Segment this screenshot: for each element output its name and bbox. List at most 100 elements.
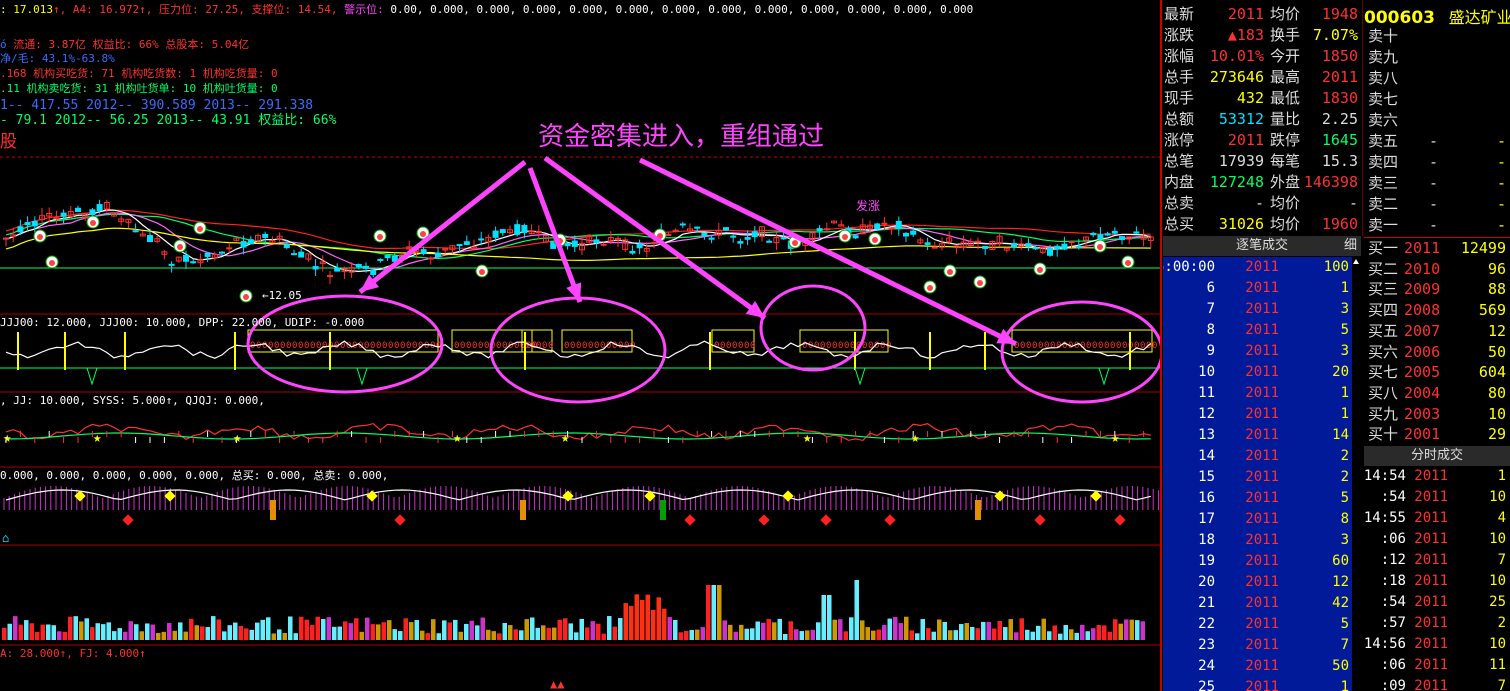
minute-trade-row[interactable]: 14:54 2011 1 [1364,466,1510,487]
orderbook-row-buy[interactable]: 买十 2001 29 [1364,424,1510,445]
ticks-scrollbar[interactable] [1352,257,1361,691]
scroll-up-icon[interactable] [1353,259,1359,264]
ticks-detail-toggle[interactable]: 细 [1344,236,1357,256]
minute-trade-row[interactable]: :54 2011 10 [1364,487,1510,508]
ob-price: 2004 [1404,383,1441,402]
tick-row[interactable]: 16 2011 5 [1163,488,1353,509]
indicator-2-red [5,422,1151,442]
orderbook-row-buy[interactable]: 买三 2009 88 [1364,279,1510,300]
smiley-mouth [37,234,43,240]
minute-trade-row[interactable]: :18 2011 10 [1364,571,1510,592]
tick-volume: 3 [1340,532,1349,548]
minute-trade-row[interactable]: :57 2011 2 [1364,613,1510,634]
ticks-title-bar[interactable]: 逐笔成交 细 [1163,236,1361,256]
orderbook-row-buy[interactable]: 买九 2003 10 [1364,404,1510,425]
volume-bar [112,631,117,640]
signal-digit: 0 [310,341,315,351]
orderbook-row-buy[interactable]: 买六 2006 50 [1364,342,1510,363]
ob-price: 2003 [1404,404,1441,423]
minute-trade-row[interactable]: :12 2011 7 [1364,550,1510,571]
tick-row[interactable]: 15 2011 2 [1163,467,1353,488]
tick-row[interactable]: 24 2011 50 [1163,656,1353,677]
minute-trade-row[interactable]: :06 2011 11 [1364,655,1510,676]
orderbook-row-buy[interactable]: 买八 2004 80 [1364,383,1510,404]
tick-price: 2011 [1245,448,1279,464]
tick-row[interactable]: 17 2011 8 [1163,509,1353,530]
orderbook-row-sell[interactable]: 卖四 - - [1364,152,1510,173]
signal-digit: 0 [454,341,459,351]
orderbook-row-buy[interactable]: 买四 2008 569 [1364,300,1510,321]
minute-trade-row[interactable]: 14:56 2011 10 [1364,634,1510,655]
orderbook-row-buy[interactable]: 买七 2005 604 [1364,362,1510,383]
orderbook-row-sell[interactable]: 卖十 [1364,26,1510,47]
tick-row[interactable]: 19 2011 60 [1163,551,1353,572]
volume-bar [178,622,183,640]
volume-bar [508,625,513,640]
volume-bar [827,595,832,640]
volume-bar [365,617,370,640]
candle-body [204,252,211,257]
volume-bar [937,619,942,640]
indicator-4-label: A: 28.000↑, FJ: 4.000↑ [0,647,146,660]
volume-bar [227,625,232,640]
candle-body [463,241,470,245]
tick-row[interactable]: 11 2011 1 [1163,383,1353,404]
tick-row[interactable]: 9 2011 3 [1163,341,1353,362]
tick-row[interactable]: 23 2011 7 [1163,635,1353,656]
tick-time: 11 [1198,385,1215,401]
orderbook-row-sell[interactable]: 卖九 [1364,47,1510,68]
quote-label: 最新 [1164,5,1195,23]
tick-row[interactable]: 18 2011 3 [1163,530,1353,551]
volume-bar [469,620,474,640]
orderbook-row-sell[interactable]: 卖二 - - [1364,194,1510,215]
signal-digit: 0 [726,341,731,351]
minute-trade-row[interactable]: :54 2011 25 [1364,592,1510,613]
orderbook-row-sell[interactable]: 卖五 - - [1364,131,1510,152]
tick-row[interactable]: 25 2011 1 [1163,677,1353,691]
tick-row[interactable]: 21 2011 42 [1163,593,1353,614]
candle-body [1061,243,1068,250]
orderbook-row-buy[interactable]: 买一 2011 12499 [1364,238,1510,259]
minute-trade-row[interactable]: 14:55 2011 4 [1364,508,1510,529]
ticks-list[interactable]: 15:00:00 2011 1006 2011 17 2011 38 2011 … [1163,257,1361,691]
tick-row[interactable]: 13 2011 14 [1163,425,1353,446]
tick-row[interactable]: 7 2011 3 [1163,299,1353,320]
orderbook-row-sell[interactable]: 卖六 [1364,110,1510,131]
quote-value: 15.3 [1321,152,1358,170]
tick-time: 7 [1206,301,1215,317]
tick-row[interactable]: 8 2011 5 [1163,320,1353,341]
star-icon: ★ [1111,430,1120,446]
volume-bar [948,630,953,640]
volume-bar [13,616,18,640]
orderbook-row-sell[interactable]: 卖一 - - [1364,215,1510,236]
tick-row[interactable]: 12 2011 1 [1163,404,1353,425]
kline-chart-area[interactable]: 0000000000000000000000000000000000000000… [0,0,1160,691]
smiley-mouth [177,244,183,250]
tick-row[interactable]: 10 2011 20 [1163,362,1353,383]
signal-digit: 0 [280,341,285,351]
minute-price: 2011 [1414,573,1448,589]
orderbook-row-buy[interactable]: 买二 2010 96 [1364,259,1510,280]
volume-bar [1118,623,1123,640]
minute-time: 14:54 [1364,468,1406,484]
tick-row[interactable]: 14 2011 2 [1163,446,1353,467]
orderbook-row-sell[interactable]: 卖七 [1364,89,1510,110]
minute-title-bar[interactable]: 分时成交 [1364,446,1510,466]
tick-row[interactable]: 15:00:00 2011 100 [1163,257,1353,278]
volume-bar [805,630,810,640]
orderbook-row-buy[interactable]: 买五 2007 12 [1364,321,1510,342]
orderbook-row-sell[interactable]: 卖三 - - [1364,173,1510,194]
volume-bar [733,631,738,640]
volume-bar [7,623,12,640]
signal-digit: 0 [388,341,393,351]
tick-row[interactable]: 22 2011 5 [1163,614,1353,635]
minute-trades-list[interactable]: 14:54 2011 1:54 2011 10 14:55 2011 4:06 2… [1364,466,1510,691]
tick-row[interactable]: 6 2011 1 [1163,278,1353,299]
orderbook-row-sell[interactable]: 卖八 [1364,68,1510,89]
tick-row[interactable]: 20 2011 12 [1163,572,1353,593]
volume-bar [843,631,848,640]
signal-digit: 0 [1074,341,1079,351]
minute-trade-row[interactable]: :06 2011 10 [1364,529,1510,550]
volume-bar [398,631,403,640]
minute-trade-row[interactable]: :09 2011 7 [1364,676,1510,691]
